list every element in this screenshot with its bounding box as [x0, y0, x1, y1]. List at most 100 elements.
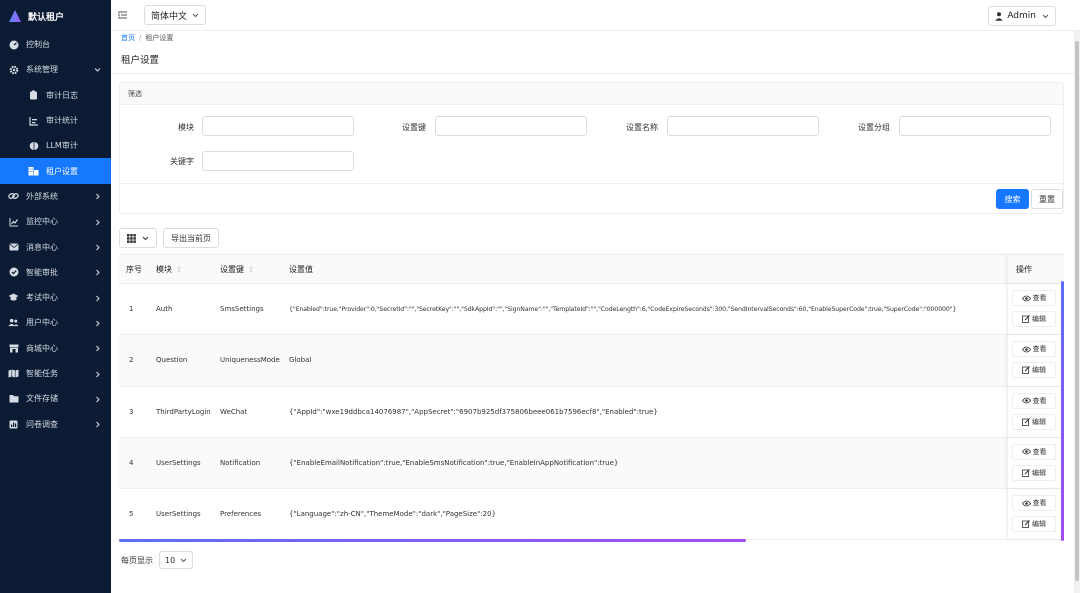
- map-icon: [8, 368, 19, 379]
- breadcrumb-home[interactable]: 首页: [121, 33, 135, 43]
- sidebar-item-store[interactable]: 商城中心: [0, 336, 111, 361]
- breadcrumb: 首页 / 租户设置: [111, 31, 1074, 45]
- sort-icon[interactable]: [249, 266, 253, 273]
- page-scrollbar-thumb[interactable]: [1075, 41, 1079, 581]
- sidebar-item-label: 商城中心: [26, 343, 58, 353]
- menu-toggle-icon[interactable]: [118, 10, 128, 20]
- filter-title: 筛选: [128, 89, 142, 98]
- sidebar-item-label: 文件存储: [26, 394, 58, 404]
- breadcrumb-current: 租户设置: [145, 34, 174, 42]
- sidebar-item-approval[interactable]: 智能审批: [0, 260, 111, 285]
- row-actions: 查看 编辑: [1007, 489, 1064, 540]
- mail-icon: [8, 242, 19, 253]
- export-page-button[interactable]: 导出当前页: [163, 228, 219, 248]
- chevron-down-icon: [94, 68, 101, 72]
- edit-button[interactable]: 编辑: [1012, 464, 1056, 481]
- column-settings-button[interactable]: [119, 228, 157, 248]
- filter-label-module: 模块: [178, 123, 194, 132]
- sidebar-item-messages[interactable]: 消息中心: [0, 234, 111, 259]
- column-header-module[interactable]: 模块: [156, 255, 181, 284]
- sidebar-item-label: 控制台: [26, 40, 50, 50]
- eye-icon: [1021, 295, 1031, 301]
- sidebar-subitem-tenant-settings[interactable]: 租户设置: [0, 158, 111, 184]
- chevron-down-icon: [142, 236, 149, 240]
- sidebar-subitem-audit-log[interactable]: 审计日志: [0, 83, 111, 108]
- page-title-text: 租户设置: [121, 55, 160, 66]
- keyword-input[interactable]: [202, 151, 354, 171]
- sidebar: 默认租户 控制台 系统管理 审计日志 审计统计 LLM审计 租户设置 外部系统 …: [0, 0, 111, 593]
- view-button[interactable]: 查看: [1012, 341, 1056, 358]
- sidebar-item-label: LLM审计: [46, 141, 78, 151]
- edit-button[interactable]: 编辑: [1012, 362, 1056, 379]
- sidebar-item-files[interactable]: 文件存储: [0, 386, 111, 411]
- sidebar-item-users[interactable]: 用户中心: [0, 310, 111, 335]
- page-size-value: 10: [165, 555, 176, 565]
- edit-icon: [1022, 417, 1030, 426]
- eye-icon: [1021, 500, 1031, 507]
- table-header: 序号 模块 设置键 设置值 操作: [119, 255, 1064, 284]
- filter-panel: 筛选 模块 设置键 设置名称 设置分组 关键字 搜索 重置: [119, 82, 1065, 214]
- view-button[interactable]: 查看: [1012, 392, 1056, 409]
- chevron-right-icon: [96, 219, 100, 226]
- edit-button[interactable]: 编辑: [1012, 516, 1056, 533]
- sidebar-subitem-audit-stats[interactable]: 审计统计: [0, 108, 111, 133]
- chevron-right-icon: [96, 269, 100, 276]
- reset-button[interactable]: 重置: [1031, 189, 1063, 209]
- language-select[interactable]: 简体中文: [144, 5, 207, 25]
- sidebar-item-label: 外部系统: [26, 191, 58, 201]
- column-header-index: 序号: [126, 265, 142, 274]
- sidebar-item-monitor[interactable]: 监控中心: [0, 209, 111, 234]
- sidebar-item-label: 智能任务: [26, 369, 58, 378]
- setting-group-input[interactable]: [899, 116, 1051, 136]
- column-header-actions: 操作: [1007, 255, 1064, 283]
- view-button[interactable]: 查看: [1012, 495, 1056, 512]
- table-row: 4 UserSettings Notification {"EnableEmai…: [119, 437, 1064, 490]
- cell-key: Notification: [220, 459, 261, 468]
- sidebar-item-label: 用户中心: [26, 318, 58, 328]
- cell-value: {"Language":"zh-CN","ThemeMode":"dark","…: [289, 510, 497, 519]
- sidebar-item-dashboard[interactable]: 控制台: [0, 32, 111, 57]
- link-icon: [8, 191, 19, 202]
- sidebar-subitem-llm-audit[interactable]: LLM审计: [0, 133, 111, 158]
- settings-table: 序号 模块 设置键 设置值 操作 1 Auth SmsSettings {"En…: [119, 254, 1064, 541]
- view-button[interactable]: 查看: [1012, 290, 1056, 306]
- logo-icon: [9, 10, 21, 22]
- page-scrollbar[interactable]: [1074, 31, 1080, 593]
- clipboard-icon: [28, 90, 39, 101]
- sidebar-item-survey[interactable]: 问卷调查: [0, 411, 111, 436]
- users-icon: [8, 317, 19, 328]
- page-size-select[interactable]: 10: [159, 551, 194, 569]
- setting-key-input[interactable]: [435, 116, 587, 136]
- sidebar-item-system[interactable]: 系统管理: [0, 57, 111, 82]
- page-title: 租户设置: [111, 45, 1074, 74]
- vertical-scrollbar[interactable]: [1061, 281, 1064, 541]
- eye-icon: [1021, 448, 1031, 455]
- cell-index: 1: [129, 305, 134, 314]
- edit-button[interactable]: 编辑: [1012, 413, 1056, 430]
- filter-label-key: 设置键: [402, 123, 426, 132]
- sort-icon[interactable]: [177, 266, 181, 273]
- table-row: 2 Question UniquenessMode Global 查看 编辑: [119, 335, 1064, 387]
- view-button[interactable]: 查看: [1012, 443, 1056, 460]
- filter-label-name: 设置名称: [626, 123, 658, 132]
- cell-index: 2: [129, 356, 134, 365]
- app-name: 默认租户: [28, 12, 65, 23]
- edit-button[interactable]: 编辑: [1012, 311, 1056, 327]
- sidebar-item-label: 审计统计: [46, 116, 78, 126]
- search-button[interactable]: 搜索: [996, 189, 1029, 209]
- cell-key: UniquenessMode: [220, 356, 280, 365]
- cell-module: Question: [156, 356, 188, 365]
- column-header-key[interactable]: 设置键: [220, 255, 253, 284]
- sidebar-item-tasks[interactable]: 智能任务: [0, 361, 111, 386]
- edit-icon: [1022, 315, 1030, 323]
- chevron-down-icon: [192, 13, 199, 17]
- setting-name-input[interactable]: [667, 116, 819, 136]
- sidebar-item-external[interactable]: 外部系统: [0, 184, 111, 209]
- cell-index: 5: [129, 510, 134, 519]
- sidebar-item-exam[interactable]: 考试中心: [0, 285, 111, 310]
- brand[interactable]: 默认租户: [0, 0, 111, 32]
- module-input[interactable]: [202, 116, 354, 136]
- cell-value: {"AppId":"wxe19ddbca14076987","AppSecret…: [289, 407, 658, 416]
- user-menu-button[interactable]: Admin: [988, 6, 1056, 26]
- horizontal-scrollbar[interactable]: [119, 539, 746, 542]
